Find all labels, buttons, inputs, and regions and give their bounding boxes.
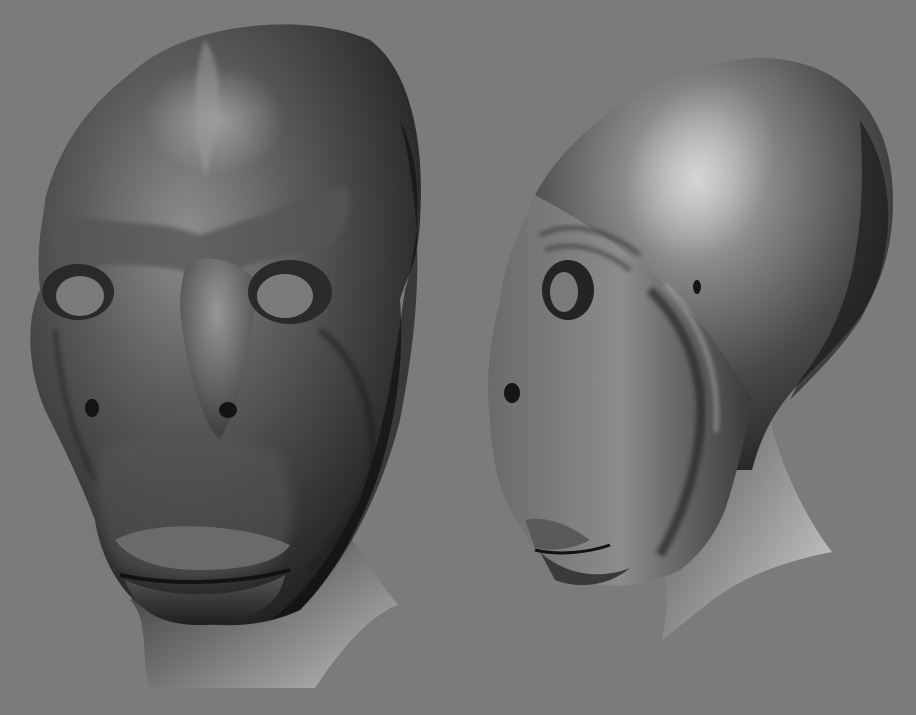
right-eye-opening	[257, 274, 313, 318]
side-ear-hole	[693, 280, 701, 294]
side-eye-opening	[550, 272, 578, 312]
sculpt-viewport	[0, 0, 916, 715]
sculpt-render-scene	[0, 0, 916, 715]
side-nostril	[504, 383, 520, 403]
left-nostril	[85, 399, 99, 417]
right-nostril	[219, 402, 237, 418]
left-eye-opening	[56, 276, 104, 316]
